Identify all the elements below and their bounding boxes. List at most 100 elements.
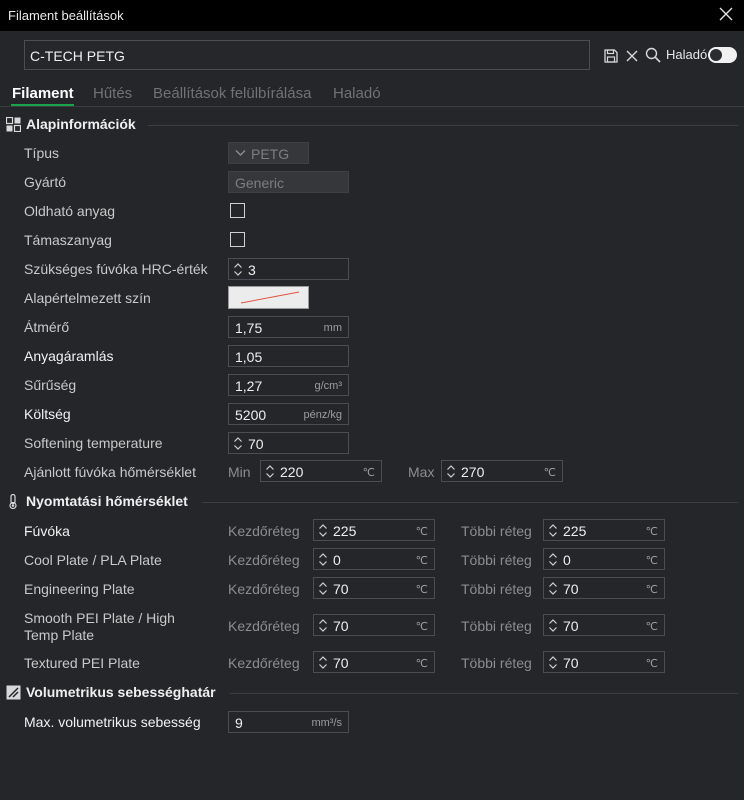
other-layers-label: Többi réteg [461, 618, 532, 634]
engineering-plate-first-layer-stepper[interactable]: 70 ℃ [313, 577, 435, 599]
min-label: Min [228, 464, 251, 480]
max-temp-stepper[interactable]: 270 ℃ [441, 460, 563, 482]
cost-value: 5200 [235, 407, 267, 423]
chevron-down-icon [235, 150, 246, 156]
spin-arrows-icon[interactable] [318, 581, 328, 596]
softening-temp-stepper[interactable]: 70 [228, 432, 349, 454]
first-layer-label: Kezdőréteg [228, 552, 300, 568]
cool-plate-other-layers-stepper[interactable]: 0 ℃ [543, 548, 665, 570]
temp-unit: ℃ [415, 555, 428, 567]
vendor-value: Generic [235, 175, 285, 191]
hrc-stepper[interactable]: 3 [228, 258, 349, 280]
toggle-knob [710, 49, 722, 61]
tab-filament[interactable]: Filament [12, 85, 74, 102]
thermometer-icon [9, 494, 17, 509]
spin-arrows-icon[interactable] [548, 618, 558, 633]
vendor-field[interactable]: Generic [228, 171, 349, 193]
preset-name-input[interactable]: C-TECH PETG [24, 40, 590, 70]
spin-arrows-icon[interactable] [318, 552, 328, 567]
first-layer-value: 70 [333, 618, 349, 634]
max-temp-value: 270 [461, 464, 485, 480]
spin-arrows-icon[interactable] [318, 523, 328, 538]
flow-ratio-value: 1,05 [235, 349, 263, 365]
type-value: PETG [251, 146, 290, 162]
advanced-toggle[interactable] [708, 47, 737, 63]
max-volumetric-speed-label: Max. volumetrikus sebesség [24, 714, 201, 730]
cool-plate-first-layer-stepper[interactable]: 0 ℃ [313, 548, 435, 570]
smooth-pei-first-layer-stepper[interactable]: 70 ℃ [313, 614, 435, 636]
first-layer-value: 70 [333, 655, 349, 671]
volume-icon [6, 685, 21, 700]
advanced-toggle-label: Haladó [666, 47, 708, 62]
first-layer-label: Kezdőréteg [228, 618, 300, 634]
soluble-label: Oldható anyag [24, 203, 116, 219]
cost-field[interactable]: 5200 pénz/kg [228, 403, 349, 425]
close-window-icon[interactable] [718, 6, 734, 22]
tab-cooling[interactable]: Hűtés [93, 85, 132, 102]
type-dropdown[interactable]: PETG [228, 142, 309, 164]
cost-label: Költség [24, 406, 71, 422]
max-volumetric-speed-field[interactable]: 9 mm³/s [228, 711, 349, 733]
softening-temp-value: 70 [248, 436, 264, 452]
other-layers-label: Többi réteg [461, 523, 532, 539]
max-label: Max [408, 464, 435, 480]
textured-pei-other-layers-stepper[interactable]: 70 ℃ [543, 651, 665, 673]
save-icon[interactable] [603, 48, 619, 64]
other-layers-value: 70 [563, 581, 579, 597]
density-unit: g/cm³ [314, 380, 343, 392]
window-title: Filament beállítások [8, 8, 124, 23]
spin-arrows-icon[interactable] [265, 464, 275, 479]
type-label: Típus [24, 145, 60, 161]
delete-preset-icon[interactable] [624, 48, 640, 64]
diameter-field[interactable]: 1,75 mm [228, 316, 349, 338]
other-layers-value: 225 [563, 523, 587, 539]
tab-advanced[interactable]: Haladó [333, 85, 381, 102]
spin-arrows-icon[interactable] [233, 436, 243, 451]
section-title: Nyomtatási hőmérséklet [26, 493, 188, 509]
other-layers-value: 0 [563, 552, 571, 568]
support-material-checkbox[interactable] [230, 232, 245, 247]
temp-unit: ℃ [645, 526, 658, 538]
nozzle-first-layer-stepper[interactable]: 225 ℃ [313, 519, 435, 541]
soluble-checkbox[interactable] [230, 203, 245, 218]
spin-arrows-icon[interactable] [548, 552, 558, 567]
search-icon[interactable] [645, 47, 661, 63]
min-temp-stepper[interactable]: 220 ℃ [260, 460, 382, 482]
temp-unit: ℃ [415, 526, 428, 538]
temp-unit: ℃ [645, 584, 658, 596]
spin-arrows-icon[interactable] [446, 464, 456, 479]
vendor-label: Gyártó [24, 174, 67, 190]
diameter-unit: mm [323, 322, 342, 334]
title-bar: Filament beállítások [0, 0, 744, 31]
density-label: Sűrűség [24, 377, 77, 393]
hrc-value: 3 [248, 262, 256, 278]
density-value: 1,27 [235, 378, 263, 394]
spin-arrows-icon[interactable] [548, 523, 558, 538]
min-temp-value: 220 [280, 464, 304, 480]
color-swatch-button[interactable] [228, 286, 309, 309]
temp-unit: ℃ [415, 584, 428, 596]
density-field[interactable]: 1,27 g/cm³ [228, 374, 349, 396]
hrc-label: Szükséges fúvóka HRC-érték [24, 261, 208, 277]
temp-unit: ℃ [645, 658, 658, 670]
flow-ratio-field[interactable]: 1,05 [228, 345, 349, 367]
smooth-pei-other-layers-stepper[interactable]: 70 ℃ [543, 614, 665, 636]
tab-setting-overrides[interactable]: Beállítások felülbírálása [153, 85, 311, 102]
section-divider [148, 125, 738, 126]
spin-arrows-icon[interactable] [233, 262, 243, 277]
spin-arrows-icon[interactable] [548, 581, 558, 596]
spin-arrows-icon[interactable] [548, 655, 558, 670]
other-layers-label: Többi réteg [461, 552, 532, 568]
textured-pei-first-layer-stepper[interactable]: 70 ℃ [313, 651, 435, 673]
diameter-value: 1,75 [235, 320, 263, 336]
nozzle-other-layers-stepper[interactable]: 225 ℃ [543, 519, 665, 541]
nozzle-temp-label: Fúvóka [24, 523, 70, 539]
spin-arrows-icon[interactable] [318, 655, 328, 670]
diameter-label: Átmérő [24, 319, 70, 335]
section-title: Volumetrikus sebességhatár [26, 684, 216, 700]
temp-unit: ℃ [415, 658, 428, 670]
temp-unit: ℃ [543, 467, 556, 479]
engineering-plate-other-layers-stepper[interactable]: 70 ℃ [543, 577, 665, 599]
temp-unit: ℃ [645, 555, 658, 567]
spin-arrows-icon[interactable] [318, 618, 328, 633]
